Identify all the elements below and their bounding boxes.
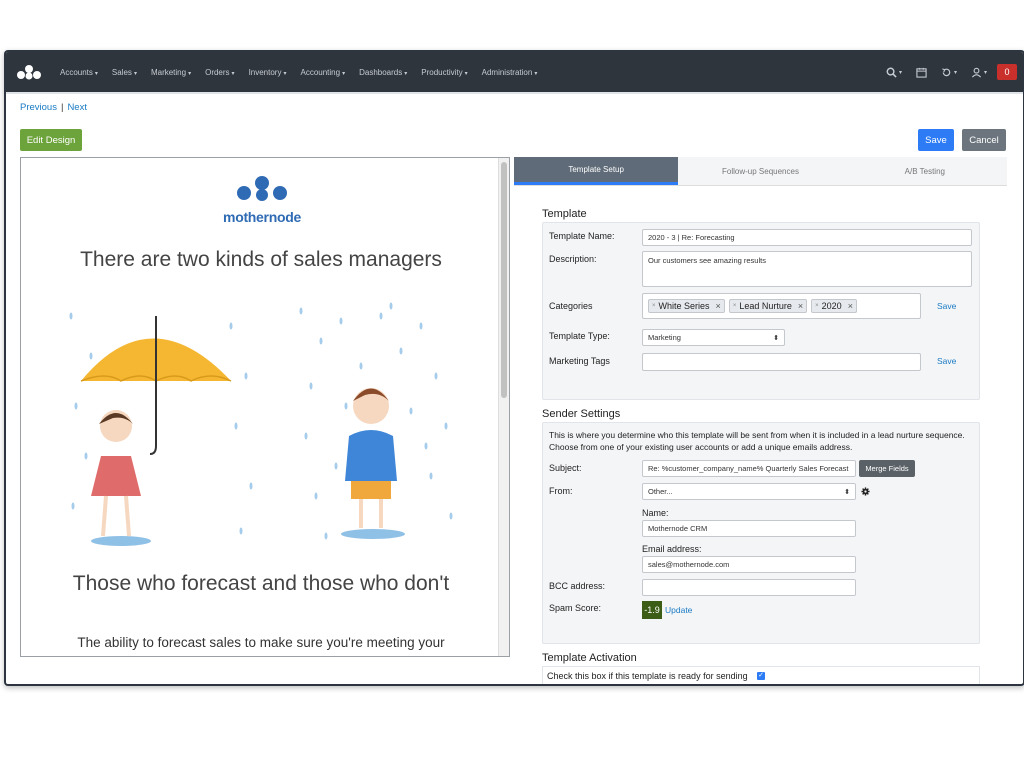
save-button[interactable]: Save <box>918 129 954 151</box>
select-arrows-icon: ⬍ <box>773 334 779 342</box>
nav-marketing[interactable]: Marketing ▾ <box>151 68 191 77</box>
nav-administration[interactable]: Administration ▾ <box>482 68 538 77</box>
previous-link[interactable]: Previous <box>20 102 57 113</box>
scrollbar-thumb[interactable] <box>501 162 507 398</box>
email-address-label: Email address: <box>642 544 702 554</box>
top-navbar: Accounts ▾ Sales ▾ Marketing ▾ Orders ▾ Inve… <box>6 52 1023 92</box>
categories-input[interactable]: × White Series × × Lead Nurture × × 2020 × <box>642 293 921 319</box>
template-type-select[interactable]: Marketing ⬍ <box>642 329 785 346</box>
from-label: From: <box>549 486 573 496</box>
app-window: Accounts ▾ Sales ▾ Marketing ▾ Orders ▾ Inve… <box>4 50 1024 686</box>
subject-input[interactable]: Re: %customer_company_name% Quarterly Sa… <box>642 460 856 477</box>
tab-follow-up-sequences[interactable]: Follow-up Sequences <box>678 157 842 185</box>
next-link[interactable]: Next <box>67 102 87 113</box>
mothernode-logo-icon <box>237 176 287 201</box>
tab-ab-testing[interactable]: A/B Testing <box>843 157 1007 185</box>
spam-score-label: Spam Score: <box>549 603 602 613</box>
logo-wordmark: mothernode <box>223 209 301 225</box>
email-subheadline: Those who forecast and those who don't <box>72 572 450 595</box>
nav-productivity[interactable]: Productivity ▾ <box>421 68 467 77</box>
nav-accounting[interactable]: Accounting ▾ <box>300 68 345 77</box>
nav-orders[interactable]: Orders ▾ <box>205 68 234 77</box>
nav-sales[interactable]: Sales ▾ <box>112 68 137 77</box>
remove-tag-icon[interactable]: × <box>798 301 803 311</box>
activation-checkbox-label: Check this box if this template is ready… <box>547 671 748 681</box>
navbar-actions: ▾ ▾ ▾ 0 <box>872 52 1017 92</box>
category-tag: × White Series × <box>648 299 725 313</box>
subject-label: Subject: <box>549 463 582 473</box>
template-name-label: Template Name: <box>549 231 615 241</box>
bcc-label: BCC address: <box>549 581 606 591</box>
pager-separator: | <box>60 102 64 113</box>
remove-tag-icon[interactable]: × <box>848 301 853 311</box>
template-section-title: Template <box>542 208 587 220</box>
from-select[interactable]: Other... ⬍ <box>642 483 856 500</box>
select-arrows-icon: ⬍ <box>844 488 850 496</box>
email-headline: There are two kinds of sales managers <box>80 248 442 271</box>
sender-description: This is where you determine who this tem… <box>549 430 965 452</box>
email-preview-pane[interactable]: mothernode There are two kinds of sales … <box>20 157 510 657</box>
record-pager: Previous | Next <box>20 102 87 113</box>
preview-scrollbar[interactable] <box>498 158 509 656</box>
marketing-tags-input[interactable] <box>642 353 921 371</box>
bcc-input[interactable] <box>642 579 856 596</box>
categories-label: Categories <box>549 301 593 311</box>
user-icon[interactable]: ▾ <box>971 67 987 78</box>
search-icon[interactable]: ▾ <box>886 67 902 78</box>
marketing-tags-save-link[interactable]: Save <box>937 356 956 366</box>
template-name-input[interactable]: 2020 - 3 | Re: Forecasting <box>642 229 972 246</box>
spam-score-value: -1.9 <box>642 601 662 619</box>
activation-section-title: Template Activation <box>542 652 637 664</box>
sender-name-input[interactable]: Mothernode CRM <box>642 520 856 537</box>
notification-badge[interactable]: 0 <box>997 64 1017 80</box>
cancel-button[interactable]: Cancel <box>962 129 1006 151</box>
nav-accounts[interactable]: Accounts ▾ <box>60 68 98 77</box>
sender-panel: This is where you determine who this tem… <box>542 422 980 644</box>
remove-tag-icon[interactable]: × <box>716 301 721 311</box>
email-logo: mothernode <box>216 174 308 225</box>
category-tag: × 2020 × <box>811 299 857 313</box>
gear-icon[interactable] <box>861 487 870 496</box>
email-body-text: The ability to forecast sales to make su… <box>77 635 445 650</box>
description-textarea[interactable]: Our customers see amazing results <box>642 251 972 287</box>
nav-inventory[interactable]: Inventory ▾ <box>249 68 287 77</box>
categories-save-link[interactable]: Save <box>937 301 956 311</box>
settings-tabs: Template Setup Follow-up Sequences A/B T… <box>514 157 1007 186</box>
sender-name-label: Name: <box>642 508 669 518</box>
spam-update-link[interactable]: Update <box>665 605 692 615</box>
ready-checkbox[interactable]: ✓ <box>757 672 765 680</box>
marketing-tags-label: Marketing Tags <box>549 356 610 366</box>
template-type-label: Template Type: <box>549 331 610 341</box>
navbar-divider <box>6 92 1023 94</box>
email-address-input[interactable]: sales@mothernode.com <box>642 556 856 573</box>
mothernode-logo-icon[interactable] <box>16 62 42 82</box>
history-icon[interactable]: ▾ <box>941 67 957 78</box>
activation-panel: Check this box if this template is ready… <box>542 666 980 684</box>
tab-template-setup[interactable]: Template Setup <box>514 157 679 185</box>
rain-illustration <box>69 302 453 546</box>
merge-fields-button[interactable]: Merge Fields <box>859 460 915 477</box>
nav-dashboards[interactable]: Dashboards ▾ <box>359 68 407 77</box>
sender-section-title: Sender Settings <box>542 408 621 420</box>
edit-design-button[interactable]: Edit Design <box>20 129 82 151</box>
calendar-icon[interactable] <box>916 67 927 78</box>
template-panel: Template Name: 2020 - 3 | Re: Forecastin… <box>542 222 980 400</box>
category-tag: × Lead Nurture × <box>728 299 808 313</box>
description-label: Description: <box>549 254 597 264</box>
